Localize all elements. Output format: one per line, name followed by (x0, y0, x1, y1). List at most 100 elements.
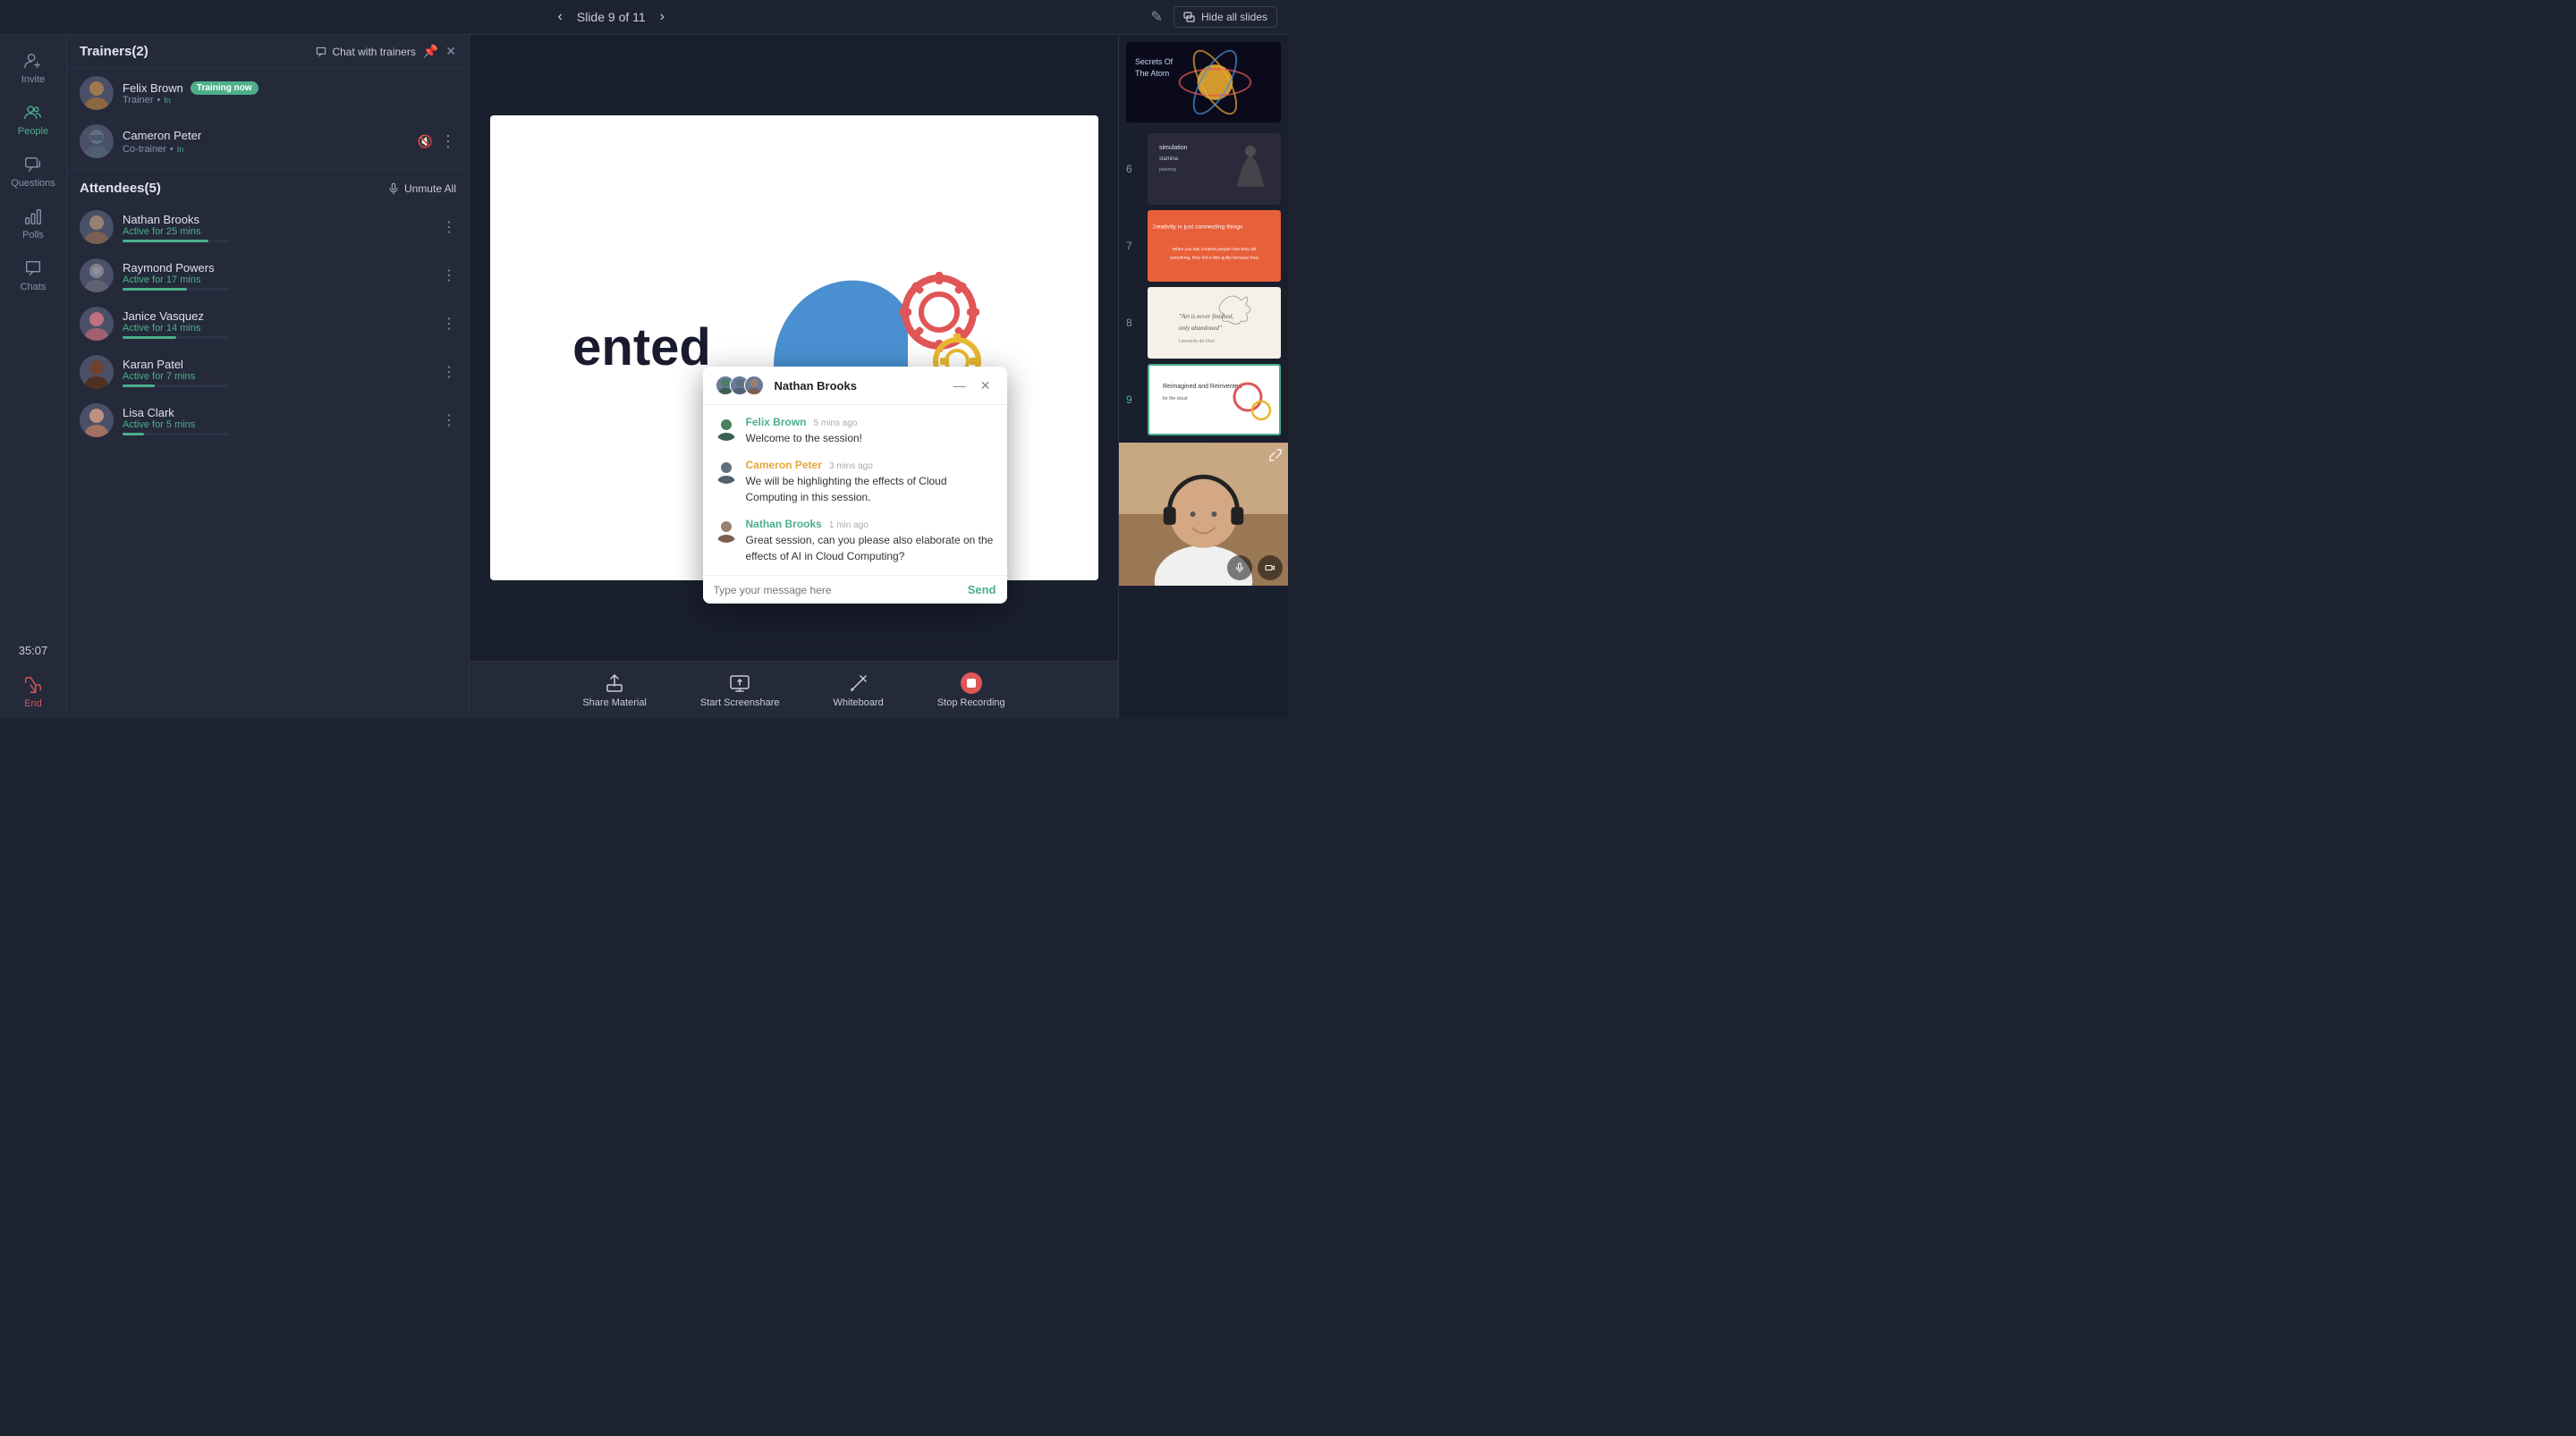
panel-header-actions: Chat with trainers 📌 ✕ (315, 44, 456, 59)
sidebar-item-questions[interactable]: Questions (0, 146, 66, 198)
nathan-activity-fill (123, 240, 208, 242)
nathan-more-button[interactable]: ⋮ (442, 218, 456, 236)
people-icon (23, 103, 43, 122)
attendee-item-nathan: Nathan Brooks Active for 25 mins ⋮ (67, 203, 469, 251)
chat-popup: Nathan Brooks — ✕ (703, 367, 1007, 604)
top-bar: ‹ Slide 9 of 11 › ✎ Hide all slides (0, 0, 1288, 35)
svg-text:simulation: simulation (1159, 145, 1188, 151)
video-expand-button[interactable] (1268, 448, 1283, 467)
slide-8-img: "Art is never finished, only abandoned" … (1148, 287, 1281, 359)
chat-message-cameron: Cameron Peter 3 mins ago We will be high… (714, 459, 996, 505)
svg-text:only abandoned": only abandoned" (1179, 325, 1222, 332)
svg-text:something, they felt a little: something, they felt a little guilty bec… (1170, 256, 1259, 261)
trainer-item-felix: Felix Brown Training now Trainer • In (67, 69, 469, 117)
sidebar-item-chats[interactable]: Chats (0, 249, 66, 301)
janice-activity-bar (123, 336, 230, 339)
slide-navigation: ‹ Slide 9 of 11 › (553, 7, 670, 27)
sidebar-item-people[interactable]: People (0, 94, 66, 146)
felix-avatar-img (80, 76, 114, 110)
karan-activity-fill (123, 384, 155, 387)
svg-text:for the cloud: for the cloud (1163, 396, 1188, 401)
chat-avatar-nathan (714, 518, 739, 543)
screenshare-icon (729, 672, 750, 694)
svg-text:"Art is never finished,: "Art is never finished, (1179, 313, 1234, 320)
end-button[interactable]: End (23, 666, 43, 718)
svg-text:When you ask creative people h: When you ask creative people how they di… (1172, 247, 1256, 252)
slide-thumbnail-6[interactable]: 6 simulation stamina planning (1148, 133, 1281, 205)
attendees-list: Nathan Brooks Active for 25 mins ⋮ (67, 203, 469, 718)
panel-header: Trainers(2) Chat with trainers 📌 ✕ (67, 35, 469, 69)
chat-trainers-button[interactable]: Chat with trainers (315, 46, 415, 58)
karan-more-button[interactable]: ⋮ (442, 363, 456, 381)
nathan-info: Nathan Brooks Active for 25 mins (123, 213, 433, 242)
lisa-avatar-img (80, 403, 114, 437)
slides-list: 6 simulation stamina planning 7 (1119, 126, 1288, 443)
slide-thumbnail-9[interactable]: 9 Reimagined and Reinvented for the clou… (1148, 364, 1281, 435)
mic-icon (1234, 562, 1245, 573)
slide-thumbnail-8[interactable]: 8 "Art is never finished, only abandoned… (1148, 287, 1281, 359)
chat-msg-body-cameron: Cameron Peter 3 mins ago We will be high… (746, 459, 996, 505)
slides-icon (1183, 11, 1196, 23)
raymond-info: Raymond Powers Active for 17 mins (123, 261, 433, 291)
secrets-atom-thumbnail[interactable]: Secrets Of The Atom (1126, 42, 1281, 122)
main-layout: Invite People Questions (0, 35, 1288, 718)
cameron-info: Cameron Peter Co-trainer • In (123, 128, 409, 155)
janice-activity-fill (123, 336, 176, 339)
mute-icon[interactable]: 🔇 (418, 134, 433, 149)
share-material-button[interactable]: Share Material (582, 672, 647, 708)
svg-text:planning: planning (1159, 167, 1176, 173)
karan-activity-bar (123, 384, 230, 387)
chat-minimize-button[interactable]: — (950, 378, 970, 393)
svg-text:stamina: stamina (1159, 156, 1179, 162)
chat-close-button[interactable]: ✕ (977, 378, 995, 393)
avatar-felix (80, 76, 114, 110)
stop-recording-button[interactable]: Stop Recording (937, 672, 1005, 708)
hide-slides-button[interactable]: Hide all slides (1174, 6, 1277, 28)
raymond-more-button[interactable]: ⋮ (442, 266, 456, 284)
atom-slide-graphic: Secrets Of The Atom (1126, 42, 1281, 122)
svg-text:Reimagined and Reinvented: Reimagined and Reinvented (1163, 384, 1241, 390)
janice-more-button[interactable]: ⋮ (442, 315, 456, 333)
lisa-activity-bar (123, 433, 230, 435)
video-camera-button[interactable] (1258, 555, 1283, 580)
avatar-janice (80, 307, 114, 341)
chat-popup-title: Nathan Brooks (775, 379, 943, 393)
svg-text:Secrets Of: Secrets Of (1135, 57, 1174, 66)
sidebar-item-invite[interactable]: Invite (0, 42, 66, 94)
edit-icon[interactable]: ✎ (1151, 8, 1163, 26)
slide-thumbnail-7[interactable]: 7 Creativity is just connecting things W… (1148, 210, 1281, 282)
content-area: ented (470, 35, 1118, 718)
close-panel-button[interactable]: ✕ (445, 44, 456, 59)
pin-button[interactable]: 📌 (423, 44, 438, 59)
trainer-item-cameron: Cameron Peter Co-trainer • In 🔇 ⋮ (67, 117, 469, 165)
chat-message-felix: Felix Brown 5 mins ago Welcome to the se… (714, 416, 996, 446)
chat-message-nathan: Nathan Brooks 1 min ago Great session, c… (714, 518, 996, 564)
chat-messages: Felix Brown 5 mins ago Welcome to the se… (703, 405, 1007, 575)
cameron-role: Co-trainer • In (123, 144, 409, 155)
mini-avatar-3 (744, 376, 764, 395)
prev-slide-button[interactable]: ‹ (553, 7, 568, 27)
unmute-all-button[interactable]: Unmute All (387, 182, 456, 195)
chat-message-input[interactable] (714, 584, 968, 596)
lisa-activity-fill (123, 433, 144, 435)
end-icon (23, 675, 43, 695)
raymond-activity-bar (123, 288, 230, 291)
video-mic-button[interactable] (1227, 555, 1252, 580)
attendee-item-lisa: Lisa Clark Active for 5 mins ⋮ (67, 396, 469, 444)
chat-popup-header: Nathan Brooks — ✕ (703, 367, 1007, 405)
send-message-button[interactable]: Send (968, 583, 996, 596)
lisa-more-button[interactable]: ⋮ (442, 411, 456, 429)
chat-avatar-cameron (714, 459, 739, 484)
start-screenshare-button[interactable]: Start Screenshare (700, 672, 780, 708)
nathan-avatar-img (80, 210, 114, 244)
more-options-icon[interactable]: ⋮ (440, 132, 456, 151)
sidebar-item-polls[interactable]: Polls (0, 198, 66, 249)
video-controls (1227, 555, 1283, 580)
slide-info: Slide 9 of 11 (577, 10, 646, 24)
karan-avatar-img (80, 355, 114, 389)
whiteboard-button[interactable]: Whiteboard (834, 672, 884, 708)
chat-popup-avatars (716, 376, 758, 395)
left-sidebar: Invite People Questions (0, 35, 67, 718)
avatar-karan (80, 355, 114, 389)
next-slide-button[interactable]: › (655, 7, 670, 27)
